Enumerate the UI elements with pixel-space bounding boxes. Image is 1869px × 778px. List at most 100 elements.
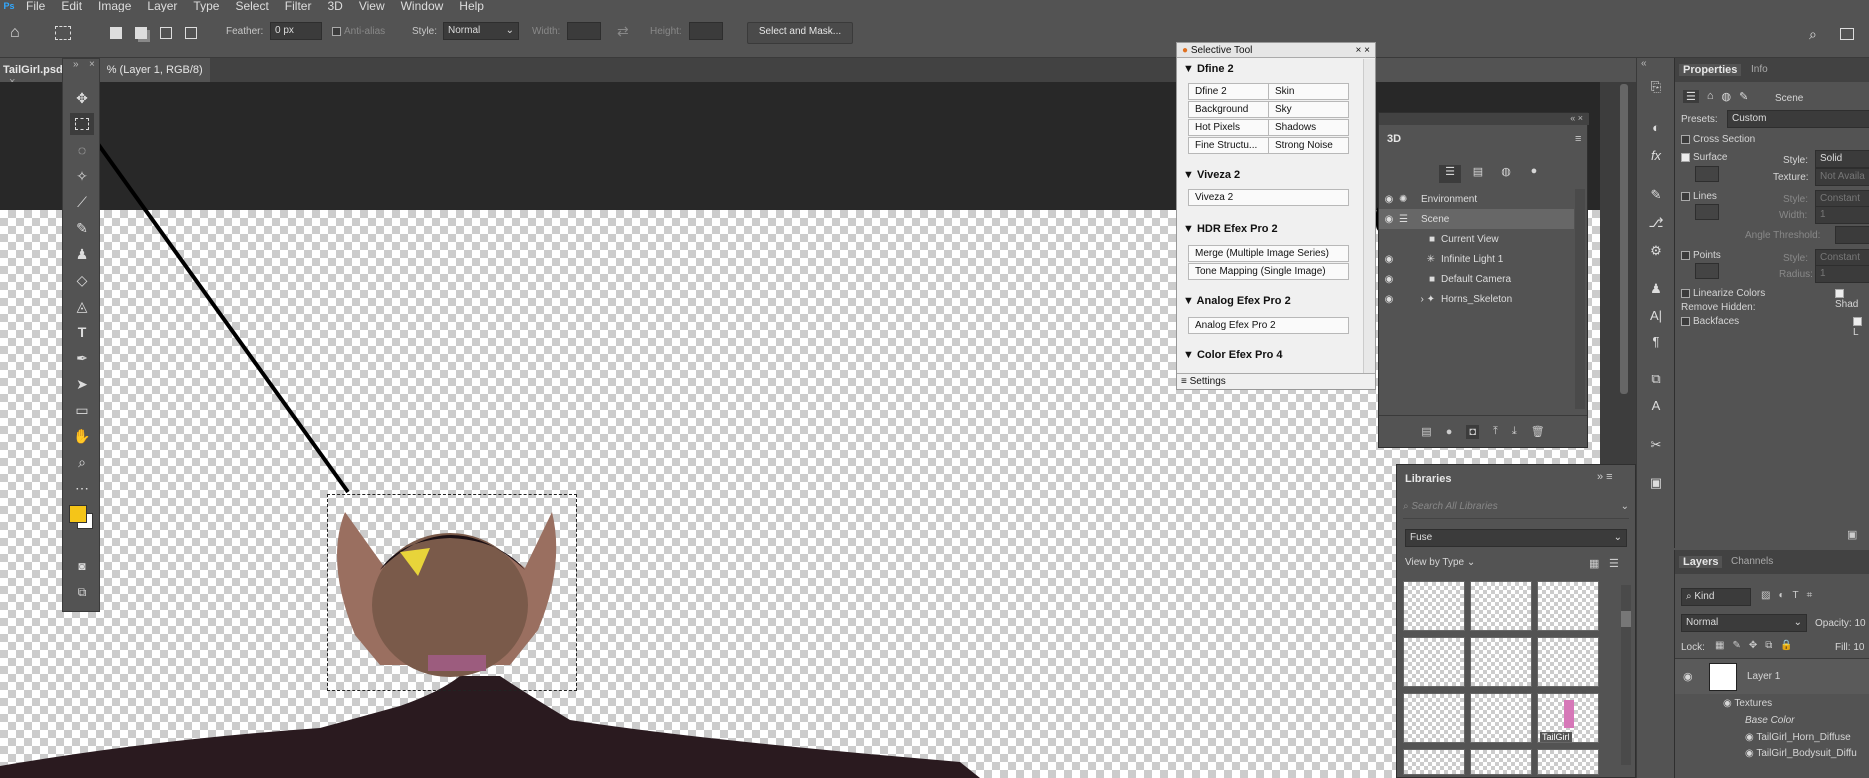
- screen-mode-icon[interactable]: ⧉: [70, 581, 94, 603]
- collapse-toolbar-icon[interactable]: »: [73, 59, 79, 70]
- 3d-menu-icon[interactable]: ≡: [1575, 133, 1581, 145]
- pen-tool-icon[interactable]: ✒: [70, 347, 94, 369]
- properties-icon[interactable]: ▣: [1645, 472, 1667, 494]
- path-selection-tool-icon[interactable]: ➤: [70, 373, 94, 395]
- libraries-scrollbar[interactable]: [1621, 585, 1631, 765]
- analog-section[interactable]: ▼ Analog Efex Pro 2: [1177, 291, 1297, 311]
- view-by-select[interactable]: View by Type ⌄: [1405, 557, 1475, 568]
- close-selective-icon[interactable]: × ×: [1356, 45, 1370, 56]
- library-thumb[interactable]: [1470, 581, 1532, 631]
- analog-efex-button[interactable]: Analog Efex Pro 2: [1188, 317, 1349, 334]
- material-mode-icon[interactable]: ◍: [1722, 90, 1732, 103]
- hand-tool-icon[interactable]: ✋: [70, 425, 94, 447]
- lines-swatch[interactable]: [1695, 204, 1719, 220]
- lasso-tool-icon[interactable]: ◌: [70, 139, 94, 161]
- fine-structure-button[interactable]: Fine Structu...: [1188, 137, 1269, 154]
- render-settings-icon[interactable]: ▣: [1847, 528, 1857, 541]
- library-thumb-tailgirl[interactable]: TailGirl: [1537, 693, 1599, 743]
- adjustment-filter-icon[interactable]: ◐: [1778, 590, 1784, 601]
- lock-all-icon[interactable]: 🔒: [1780, 640, 1792, 651]
- surface-swatch[interactable]: [1695, 166, 1719, 182]
- library-thumb[interactable]: [1403, 637, 1465, 687]
- eye-icon[interactable]: ◉: [1379, 254, 1399, 265]
- 3d-tab[interactable]: 3D: [1387, 133, 1401, 145]
- library-thumb[interactable]: [1470, 693, 1532, 743]
- surface-style-select[interactable]: Solid: [1815, 150, 1869, 168]
- 3d-scrollbar[interactable]: [1575, 189, 1585, 409]
- zoom-tool-icon[interactable]: ⌕: [70, 451, 94, 473]
- libraries-tab[interactable]: Libraries: [1405, 473, 1451, 485]
- chevron-down-icon[interactable]: ⌄: [1621, 501, 1629, 512]
- clone-source-icon[interactable]: ⎇: [1645, 212, 1667, 234]
- tone-mapping-button[interactable]: Tone Mapping (Single Image): [1188, 263, 1349, 280]
- lines-hidden-checkbox[interactable]: L: [1853, 316, 1869, 338]
- delete-icon[interactable]: 🗑: [1531, 425, 1545, 438]
- list-view-icon[interactable]: ☰: [1609, 557, 1619, 570]
- shadows-button[interactable]: Shadows: [1268, 119, 1349, 136]
- textures-row[interactable]: ◉ Textures: [1723, 698, 1772, 709]
- texture-select[interactable]: Not Availa: [1815, 168, 1869, 186]
- adjustments-icon[interactable]: ◐: [1645, 116, 1667, 138]
- points-swatch[interactable]: [1695, 263, 1719, 279]
- eye-icon[interactable]: ◉: [1379, 214, 1399, 225]
- background-button[interactable]: Background: [1188, 101, 1269, 118]
- more-tools-icon[interactable]: ⋯: [70, 477, 94, 499]
- 3d-row-environment[interactable]: ◉ ✺ Environment: [1379, 189, 1574, 209]
- add-mesh-icon[interactable]: ▤: [1421, 425, 1431, 438]
- library-thumb[interactable]: [1403, 749, 1465, 775]
- shape-filter-icon[interactable]: ⌗: [1807, 590, 1813, 601]
- lock-position-icon[interactable]: ✥: [1749, 640, 1757, 651]
- surface-checkbox[interactable]: Surface: [1681, 152, 1727, 163]
- skin-button[interactable]: Skin: [1268, 83, 1349, 100]
- library-select[interactable]: Fuse ⌄: [1405, 529, 1627, 547]
- eyedropper-tool-icon[interactable]: ⟋: [70, 191, 94, 213]
- settings-bar[interactable]: ≡ Settings: [1177, 373, 1375, 389]
- stamp-tool-icon[interactable]: ♟: [70, 243, 94, 265]
- brush-settings-icon[interactable]: ✎: [1645, 184, 1667, 206]
- strong-noise-button[interactable]: Strong Noise: [1268, 137, 1349, 154]
- presets-select[interactable]: Custom: [1727, 110, 1869, 128]
- merge-button[interactable]: Merge (Multiple Image Series): [1188, 245, 1349, 262]
- material-filter-icon[interactable]: ◍: [1495, 165, 1517, 185]
- eye-icon[interactable]: ◉: [1379, 194, 1399, 205]
- eye-icon[interactable]: ◉: [1745, 748, 1754, 759]
- tool-presets-icon[interactable]: ⚙: [1645, 240, 1667, 262]
- selective-scrollbar[interactable]: [1363, 59, 1375, 373]
- library-thumb[interactable]: [1403, 581, 1465, 631]
- layer-row-layer1[interactable]: ◉ Layer 1: [1675, 658, 1869, 694]
- light-mode-icon[interactable]: ✎: [1739, 90, 1748, 103]
- sky-button[interactable]: Sky: [1268, 101, 1349, 118]
- dfine-section[interactable]: ▼ Dfine 2: [1177, 59, 1240, 79]
- dfine-2-button[interactable]: Dfine 2: [1188, 83, 1269, 100]
- layers-tab[interactable]: Layers: [1679, 556, 1723, 568]
- properties-tab[interactable]: Properties: [1679, 64, 1742, 76]
- info-tab[interactable]: Info: [1751, 64, 1768, 75]
- hdr-section[interactable]: ▼ HDR Efex Pro 2: [1177, 219, 1284, 239]
- mesh-mode-icon[interactable]: ⌂: [1707, 90, 1714, 103]
- brush-tool-icon[interactable]: ✎: [70, 217, 94, 239]
- eraser-tool-icon[interactable]: ◇: [70, 269, 94, 291]
- paragraph-icon[interactable]: ¶: [1645, 330, 1667, 352]
- hot-pixels-button[interactable]: Hot Pixels: [1188, 119, 1269, 136]
- backfaces-checkbox[interactable]: Backfaces: [1681, 316, 1739, 327]
- library-thumb[interactable]: [1470, 637, 1532, 687]
- fill-value[interactable]: 10: [1853, 642, 1864, 653]
- close-toolbar-icon[interactable]: ×: [89, 59, 95, 70]
- linearize-colors-checkbox[interactable]: Linearize Colors: [1681, 288, 1765, 299]
- move-tool-icon[interactable]: ✥: [70, 87, 94, 109]
- material-drop-icon[interactable]: ⤓: [1512, 425, 1517, 438]
- eye-icon[interactable]: ◉: [1379, 274, 1399, 285]
- 3d-row-default-camera[interactable]: ◉ ■ Default Camera: [1379, 269, 1574, 289]
- export-icon[interactable]: ⤒: [1493, 425, 1498, 438]
- scene-filter-icon[interactable]: ☰: [1439, 165, 1461, 183]
- kind-filter-select[interactable]: ⌕ Kind: [1681, 588, 1751, 606]
- points-checkbox[interactable]: Points: [1681, 250, 1721, 261]
- character-styles-icon[interactable]: A: [1645, 394, 1667, 416]
- libraries-scrollbar-thumb[interactable]: [1621, 611, 1631, 627]
- libraries-search[interactable]: ⌕ Search All Libraries ⌄: [1403, 501, 1629, 519]
- character-icon[interactable]: A|: [1645, 304, 1667, 326]
- libraries-collapse-icon[interactable]: » ≡: [1597, 471, 1613, 483]
- eye-icon[interactable]: ◉: [1683, 670, 1693, 683]
- library-thumb[interactable]: [1470, 749, 1532, 775]
- color-efex-section[interactable]: ▼ Color Efex Pro 4: [1177, 345, 1289, 365]
